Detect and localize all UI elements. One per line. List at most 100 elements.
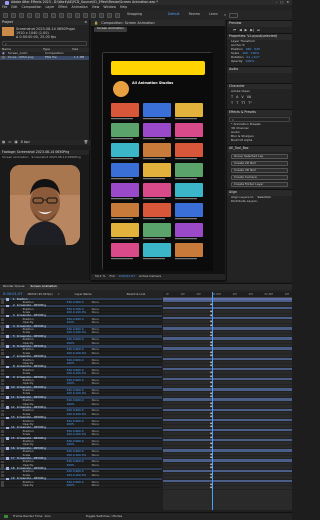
hand-tool-icon[interactable] <box>19 12 24 18</box>
visibility-eye-icon[interactable] <box>1 443 4 447</box>
visibility-eye-icon[interactable] <box>1 358 4 362</box>
visibility-eye-icon[interactable] <box>1 345 4 348</box>
label-color-swatch[interactable] <box>6 369 9 372</box>
visibility-eye-icon[interactable] <box>1 375 4 379</box>
trash-icon[interactable]: 🗑 <box>84 140 90 144</box>
label-color-swatch[interactable] <box>6 450 9 453</box>
preset-category[interactable]: Build Of Alpha <box>227 139 292 143</box>
label-color-swatch[interactable] <box>6 461 9 464</box>
visibility-eye-icon[interactable] <box>1 453 4 457</box>
audio-panel-title[interactable]: Audio <box>227 65 292 73</box>
visibility-eye-icon[interactable] <box>1 396 4 399</box>
property-value[interactable]: 100.0,100.0% <box>67 310 87 314</box>
label-color-swatch[interactable] <box>6 359 9 362</box>
visibility-eye-icon[interactable] <box>1 450 4 454</box>
visibility-eye-icon[interactable] <box>1 325 4 328</box>
menu-effect[interactable]: Effect <box>58 5 67 10</box>
timeline-property-row[interactable]: Opacity 100% None <box>0 483 162 488</box>
panel-menu-icon[interactable]: ≡ <box>84 20 89 25</box>
menu-layer[interactable]: Layer <box>45 5 54 10</box>
visibility-eye-icon[interactable] <box>1 328 4 332</box>
pen-tool-icon[interactable] <box>67 12 72 18</box>
play-icon[interactable]: ▶ <box>245 28 248 32</box>
create-camera-button[interactable]: Create Camera <box>231 175 288 181</box>
brush-tool-icon[interactable] <box>83 12 88 18</box>
property-value[interactable]: 100.0,100.0% <box>67 371 87 375</box>
workspace-learn[interactable]: Learn <box>206 12 221 17</box>
font-size-icon[interactable]: T <box>231 95 233 99</box>
column-parent[interactable]: Parent & Link <box>127 292 146 296</box>
create-2d-null-button[interactable]: Create 2D Null <box>231 161 288 167</box>
parent-select[interactable]: None <box>92 320 112 324</box>
label-color-swatch[interactable] <box>6 481 9 484</box>
visibility-eye-icon[interactable] <box>1 416 4 420</box>
label-color-swatch[interactable] <box>6 349 9 352</box>
label-color-swatch[interactable] <box>6 484 9 487</box>
tracking-icon[interactable]: VA <box>247 95 251 99</box>
property-value[interactable]: 100.0,100.0% <box>67 412 87 416</box>
superscript-icon[interactable]: T¹ <box>248 101 251 105</box>
parent-select[interactable]: None <box>92 381 112 385</box>
composition-canvas[interactable]: Ali Animation Studios <box>102 52 213 271</box>
property-value[interactable]: 100.0,100.0% <box>67 351 87 355</box>
leading-icon[interactable]: A <box>236 95 238 99</box>
label-color-swatch[interactable] <box>6 379 9 382</box>
property-value[interactable]: 100.0,100.0% <box>67 331 87 335</box>
resolution-select[interactable]: Full <box>109 275 114 279</box>
home-icon[interactable] <box>3 12 8 18</box>
label-color-swatch[interactable] <box>6 308 9 311</box>
project-search[interactable]: ⌕ <box>2 41 87 47</box>
label-color-swatch[interactable] <box>6 328 9 331</box>
visibility-eye-icon[interactable] <box>1 409 4 413</box>
property-value[interactable]: 100% <box>246 59 255 64</box>
lock-icon[interactable]: 🔒 <box>94 21 98 25</box>
visibility-eye-icon[interactable] <box>1 474 4 477</box>
column-size[interactable]: Size <box>72 48 78 52</box>
new-composition-icon[interactable]: ▣ <box>14 140 17 144</box>
bpc-label[interactable]: 8 bpc <box>21 140 30 144</box>
snapping-toggle[interactable]: Snapping <box>127 12 142 17</box>
visibility-eye-icon[interactable] <box>1 365 4 369</box>
property-value[interactable]: 100.0,100.0% <box>67 432 87 436</box>
visibility-eye-icon[interactable] <box>1 399 4 403</box>
visibility-eye-icon[interactable] <box>1 331 4 335</box>
effects-presets-title[interactable]: Effects & Presets <box>227 109 292 117</box>
label-color-swatch[interactable] <box>6 410 9 413</box>
visibility-eye-icon[interactable] <box>1 419 4 423</box>
new-folder-icon[interactable]: ▭ <box>8 140 11 144</box>
visibility-eye-icon[interactable] <box>1 447 4 450</box>
zoom-tool-icon[interactable] <box>27 12 32 18</box>
visibility-eye-icon[interactable] <box>1 362 4 365</box>
visibility-eye-icon[interactable] <box>1 314 4 318</box>
minimize-icon[interactable]: – <box>276 0 278 5</box>
project-item[interactable]: ▤ Scree...0650.png PNG file 1.1 MB <box>0 56 89 61</box>
parent-select[interactable]: None <box>92 483 112 487</box>
visibility-eye-icon[interactable] <box>1 372 4 376</box>
visibility-eye-icon[interactable] <box>1 311 4 315</box>
parent-select[interactable]: None <box>92 310 112 314</box>
menu-edit[interactable]: Edit <box>11 5 17 10</box>
group-selected-button[interactable]: Group Selected Lay <box>231 154 288 160</box>
kerning-icon[interactable]: V <box>241 95 243 99</box>
property-name[interactable]: Opacity <box>17 484 63 487</box>
property-value[interactable]: 100% <box>67 422 87 426</box>
visibility-eye-icon[interactable] <box>1 352 4 355</box>
visibility-eye-icon[interactable] <box>1 464 4 467</box>
visibility-eye-icon[interactable] <box>1 467 4 471</box>
create-3d-null-button[interactable]: Create 3D Null <box>231 168 288 174</box>
property-value[interactable]: 100.0,100.0% <box>67 473 87 477</box>
italic-icon[interactable]: T <box>236 101 238 105</box>
visibility-eye-icon[interactable] <box>1 457 4 460</box>
parent-select[interactable]: None <box>92 392 112 396</box>
visibility-eye-icon[interactable] <box>1 369 4 372</box>
project-tab[interactable]: Project <box>2 20 13 25</box>
parent-select[interactable]: None <box>92 300 112 304</box>
visibility-eye-icon[interactable] <box>1 477 4 481</box>
clone-stamp-tool-icon[interactable] <box>91 12 96 18</box>
eraser-tool-icon[interactable] <box>99 12 104 18</box>
property-value[interactable]: 540.0,960.0 <box>67 300 87 304</box>
align-target-select[interactable]: Selection <box>257 195 271 200</box>
menu-view[interactable]: View <box>92 5 100 10</box>
all-caps-icon[interactable]: TT <box>241 101 245 105</box>
visibility-eye-icon[interactable] <box>1 470 4 474</box>
